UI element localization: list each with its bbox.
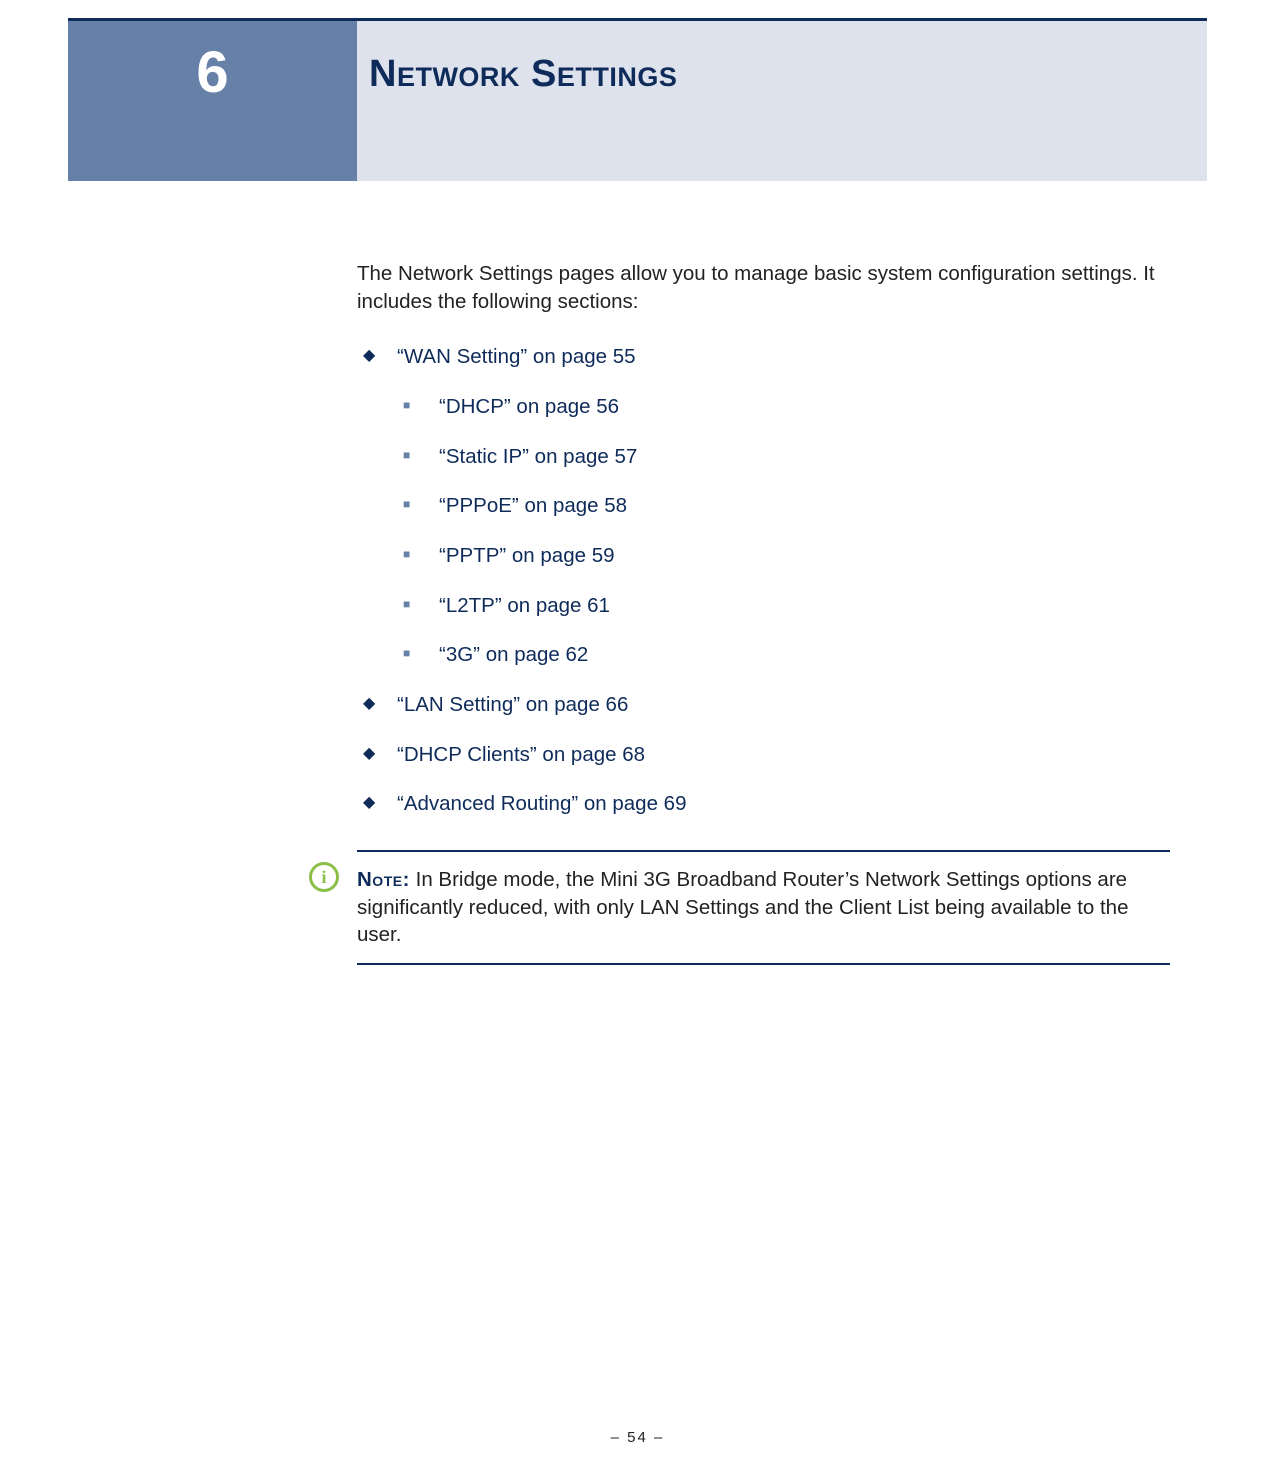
toc-subitem: “Static IP” on page 57 [397,443,1170,471]
toc-subitem: “PPTP” on page 59 [397,542,1170,570]
chapter-number-box: 6 [68,21,357,181]
toc-subitem: “3G” on page 62 [397,641,1170,669]
xref-link[interactable]: “L2TP” on page 61 [439,594,610,617]
chapter-title-box: Network Settings [357,21,1207,181]
toc-item: “LAN Setting” on page 66 [357,691,1170,719]
xref-link[interactable]: “3G” on page 62 [439,643,588,666]
page-number: – 54 – [0,1429,1275,1446]
toc-subitem: “PPPoE” on page 58 [397,492,1170,520]
toc-subitem: “DHCP” on page 56 [397,393,1170,421]
chapter-banner: 6 Network Settings [68,21,1207,181]
xref-link[interactable]: “Static IP” on page 57 [439,445,637,468]
toc-list: “WAN Setting” on page 55 “DHCP” on page … [357,343,1170,818]
xref-link[interactable]: “PPPoE” on page 58 [439,494,627,517]
note-block: i Note: In Bridge mode, the Mini 3G Broa… [357,850,1170,965]
xref-link[interactable]: “WAN Setting” on page 55 [397,345,636,368]
xref-link[interactable]: “Advanced Routing” on page 69 [397,792,686,815]
xref-link[interactable]: “PPTP” on page 59 [439,544,615,567]
toc-sublist: “DHCP” on page 56 “Static IP” on page 57… [397,393,1170,669]
chapter-number: 6 [196,39,228,106]
toc-item: “Advanced Routing” on page 69 [357,790,1170,818]
info-icon: i [309,862,339,892]
xref-link[interactable]: “LAN Setting” on page 66 [397,693,628,716]
chapter-title: Network Settings [369,53,1207,96]
toc-item: “WAN Setting” on page 55 “DHCP” on page … [357,343,1170,669]
note-text: Note: In Bridge mode, the Mini 3G Broadb… [357,866,1170,949]
note-label: Note: [357,868,410,891]
intro-paragraph: The Network Settings pages allow you to … [357,260,1170,315]
content-body: The Network Settings pages allow you to … [357,260,1170,965]
toc-subitem: “L2TP” on page 61 [397,592,1170,620]
xref-link[interactable]: “DHCP Clients” on page 68 [397,743,645,766]
xref-link[interactable]: “DHCP” on page 56 [439,395,619,418]
note-body: In Bridge mode, the Mini 3G Broadband Ro… [357,868,1128,946]
toc-item: “DHCP Clients” on page 68 [357,741,1170,769]
